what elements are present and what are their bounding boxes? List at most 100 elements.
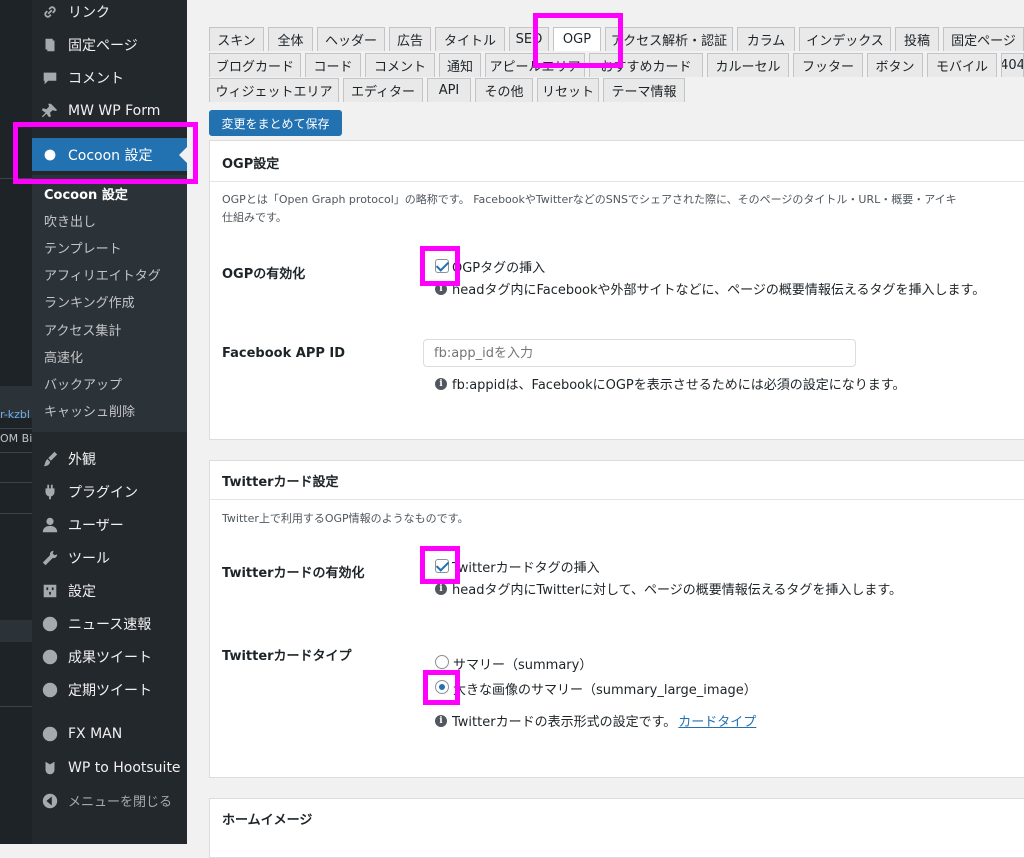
twitter-card-type-hint: i Twitterカードの表示形式の設定です。 カードタイプ [435,711,756,730]
menu-label: ニュース速報 [68,616,152,633]
tab-skin[interactable]: スキン [209,27,264,51]
menu-item-pages[interactable]: 固定ページ [32,28,187,61]
submenu-item-ranking[interactable]: ランキング作成 [44,292,135,311]
tab-column[interactable]: カラム [737,27,795,51]
submenu-item-cocoon-settings[interactable]: Cocoon 設定 [44,184,128,203]
strip-text-1: r-kzbl [0,408,30,421]
tab-button[interactable]: ボタン [867,53,923,77]
menu-item-mw-wp-form[interactable]: MW WP Form [32,94,187,127]
tab-other[interactable]: その他 [475,78,533,102]
submenu-item-cache-delete[interactable]: キャッシュ削除 [44,401,135,420]
submenu-item-speed-up[interactable]: 高速化 [44,347,83,366]
menu-item-wp-to-hootsuite[interactable]: WP to Hootsuite [32,751,187,784]
twitter-enable-checkbox-label: Twitterカードタグの挿入 [452,561,600,576]
tab-mobile[interactable]: モバイル [927,53,997,77]
user-icon [40,515,60,535]
settings-icon [40,581,60,601]
brush-icon [40,449,60,469]
tab-seo[interactable]: SEO [509,27,549,51]
card-type-link[interactable]: カードタイプ [678,711,756,730]
submenu-item-access[interactable]: アクセス集計 [44,320,121,339]
comment-icon [40,68,60,88]
ogp-description-line-1: OGPとは「Open Graph protocol」の略称です。 Faceboo… [222,193,957,206]
globe-icon [40,680,60,700]
tab-notice[interactable]: 通知 [439,53,481,77]
hint-text: Twitterカードの表示形式の設定です。 [452,715,677,730]
info-icon: i [435,582,447,595]
card-type-summary-radio[interactable] [435,655,449,669]
twitter-enable-checkbox[interactable] [435,558,450,573]
menu-label: メニューを閉じる [68,795,173,810]
globe-icon [40,724,60,744]
panel-title: OGP設定 [222,157,280,172]
menu-item-users[interactable]: ユーザー [32,508,187,541]
save-all-button[interactable]: 変更をまとめて保存 [209,110,342,136]
ogp-enable-checkbox-label: OGPタグの挿入 [452,261,546,276]
menu-item-result-tweet[interactable]: 成果ツイート [32,640,187,673]
tab-index[interactable]: インデックス [799,27,891,51]
tab-code[interactable]: コード [305,53,361,77]
menu-item-fx-man[interactable]: FX MAN [32,717,187,750]
tab-post[interactable]: 投稿 [895,27,939,51]
menu-label: WP to Hootsuite [68,759,181,776]
plugin-icon [40,482,60,502]
menu-label: 成果ツイート [68,649,152,666]
pin-icon [40,101,60,121]
tab-footer[interactable]: フッター [793,53,863,77]
menu-label: プラグイン [68,484,138,501]
link-icon [40,2,60,22]
background-window-strip: r-kzbl OM Bi [0,0,32,844]
submenu-item-affiliate-tag[interactable]: アフィリエイトタグ [44,265,161,284]
menu-label: 固定ページ [68,37,138,54]
tab-header[interactable]: ヘッダー [317,27,385,51]
submenu-item-backup[interactable]: バックアップ [44,374,122,393]
tab-editor[interactable]: エディター [343,78,423,102]
tab-blog-card[interactable]: ブログカード [209,53,301,77]
menu-label: 定期ツイート [68,682,152,699]
tab-appeal-area[interactable]: アピールエリア [485,53,585,77]
tab-theme-info[interactable]: テーマ情報 [603,78,685,102]
tab-widget-area[interactable]: ウィジェットエリア [209,78,339,102]
info-icon: i [435,282,447,295]
card-type-summary-label: サマリー（summary） [453,658,593,673]
menu-label: FX MAN [68,725,123,742]
menu-item-tools[interactable]: ツール [32,541,187,574]
submenu-item-template[interactable]: テンプレート [44,238,122,257]
menu-item-news[interactable]: ニュース速報 [32,607,187,640]
menu-item-scheduled-tweet[interactable]: 定期ツイート [32,673,187,706]
menu-item-cocoon-settings[interactable]: Cocoon 設定 [32,138,187,171]
menu-item-comments[interactable]: コメント [32,61,187,94]
tab-recommended-card[interactable]: おすすめカード [589,53,703,77]
tab-title[interactable]: タイトル [435,27,505,51]
tab-fixed-page[interactable]: 固定ページ [943,27,1024,51]
circle-icon [40,145,60,165]
menu-item-plugins[interactable]: プラグイン [32,475,187,508]
collapse-menu-button[interactable]: メニューを閉じる [32,784,187,817]
menu-label: 外観 [68,451,96,468]
hint-text: headタグ内にTwitterに対して、ページの概要情報伝えるタグを挿入します。 [452,583,903,598]
tab-api[interactable]: API [427,78,471,102]
facebook-app-id-input[interactable] [423,339,856,367]
collapse-icon [40,791,60,811]
tab-access-analysis[interactable]: アクセス解析・認証 [605,27,733,51]
menu-item-appearance[interactable]: 外観 [32,442,187,475]
card-type-large-image-radio[interactable] [435,680,449,694]
strip-text-2: OM Bi [0,432,32,445]
hootsuite-icon [40,758,60,778]
tab-comment[interactable]: コメント [365,53,435,77]
tab-all[interactable]: 全体 [268,27,313,51]
hint-text: headタグ内にFacebookや外部サイトなどに、ページの概要情報伝えるタグを… [452,283,986,298]
tab-carousel[interactable]: カルーセル [707,53,789,77]
menu-label: ツール [68,550,110,567]
menu-label: リンク [68,4,110,21]
tab-ads[interactable]: 広告 [389,27,431,51]
tab-ogp[interactable]: OGP [553,27,601,51]
tab-404[interactable]: 404 [1001,53,1024,77]
info-icon: i [435,714,447,727]
menu-item-links[interactable]: リンク [32,0,187,28]
submenu-item-balloon[interactable]: 吹き出し [44,211,96,230]
tab-reset[interactable]: リセット [537,78,599,102]
facebook-app-id-hint: i fb:appidは、FacebookにOGPを表示させるためには必須の設定に… [435,374,905,393]
ogp-enable-checkbox[interactable] [435,258,450,273]
menu-item-settings[interactable]: 設定 [32,574,187,607]
